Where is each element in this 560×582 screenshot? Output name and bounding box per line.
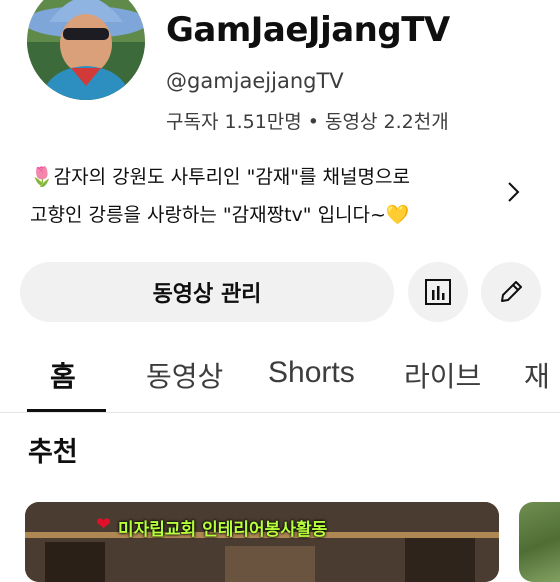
tab-shorts[interactable]: Shorts [268, 356, 355, 390]
heart-icon: ❤ [96, 514, 112, 535]
pencil-icon [501, 281, 522, 302]
edit-channel-button[interactable] [481, 262, 541, 322]
manage-videos-button[interactable]: 동영상 관리 [20, 262, 394, 322]
channel-description-line-1[interactable]: 🌷감자의 강원도 사투리인 "감재"를 채널명으로 [30, 162, 410, 189]
thumbnail-caption: 미자립교회 인테리어봉사활동 [118, 520, 328, 540]
video-thumbnail-partial[interactable] [519, 502, 560, 582]
channel-avatar[interactable] [27, 0, 145, 100]
avatar-image [27, 0, 145, 100]
channel-description-line-2[interactable]: 고향인 강릉을 사랑하는 "감재짱tv" 입니다~💛 [30, 200, 410, 227]
analytics-icon [425, 279, 451, 305]
tab-live[interactable]: 라이브 [404, 355, 481, 395]
analytics-button[interactable] [408, 262, 468, 322]
channel-handle: @gamjaejjangTV [166, 69, 344, 93]
tab-home[interactable]: 홈 [50, 355, 76, 395]
channel-name: GamJaeJjangTV [166, 10, 450, 50]
tabs-divider [0, 412, 560, 413]
channel-stats: 구독자 1.51만명 • 동영상 2.2천개 [166, 111, 449, 133]
manage-videos-label: 동영상 관리 [152, 282, 262, 307]
chevron-right-icon[interactable] [506, 180, 522, 204]
tab-next-partial[interactable]: 재 [524, 355, 550, 395]
section-title: 추천 [28, 437, 78, 468]
tab-videos[interactable]: 동영상 [146, 355, 223, 395]
